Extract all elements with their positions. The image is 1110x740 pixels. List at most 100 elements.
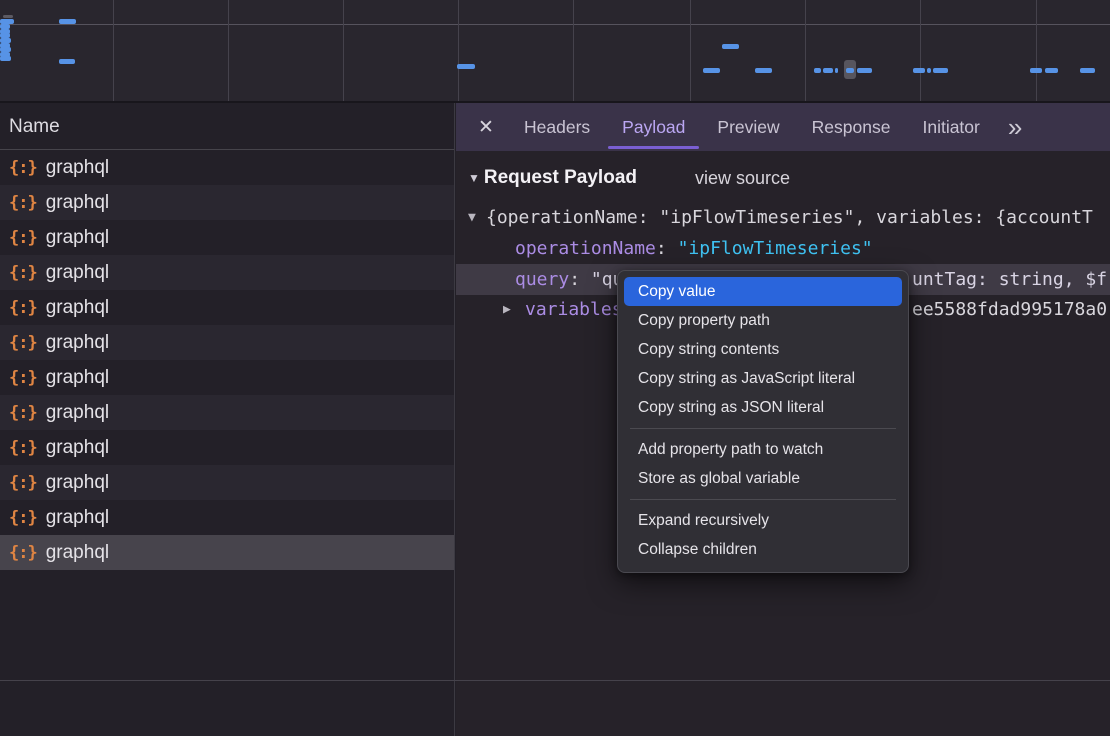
request-payload-section-header: ▼ Request Payload view source <box>468 165 790 191</box>
request-row[interactable]: {:} graphql <box>0 500 454 535</box>
property-key: variables <box>525 294 623 325</box>
request-timing-bar <box>927 68 931 73</box>
request-timing-bar <box>457 64 475 69</box>
request-list-pane: Name {:} graphql {:} graphql {:} graphql <box>0 103 455 736</box>
json-braces-icon: {:} <box>9 263 37 283</box>
request-timing-bar <box>814 68 821 73</box>
context-menu-item[interactable]: Copy value <box>624 277 902 306</box>
request-name: graphql <box>46 227 109 249</box>
network-overview-timeline[interactable] <box>0 0 1110 103</box>
request-name: graphql <box>46 542 109 564</box>
overview-gridline <box>228 0 229 101</box>
json-braces-icon: {:} <box>9 228 37 248</box>
request-timing-bar <box>857 68 872 73</box>
details-tab[interactable]: Initiator <box>922 103 979 151</box>
request-row[interactable]: {:} graphql <box>0 290 454 325</box>
request-row[interactable]: {:} graphql <box>0 395 454 430</box>
details-tab-bar: ✕ Headers Payload Preview Response Initi… <box>456 103 1110 151</box>
request-row[interactable]: {:} graphql <box>0 255 454 290</box>
collapse-triangle-icon[interactable]: ▼ <box>468 171 480 185</box>
request-row[interactable]: {:} graphql <box>0 185 454 220</box>
request-row[interactable]: {:} graphql <box>0 325 454 360</box>
tree-row-operation-name[interactable]: operationName: "ipFlowTimeseries" <box>456 233 1110 264</box>
context-menu-separator <box>630 428 896 429</box>
devtools-network-panel: Name {:} graphql {:} graphql {:} graphql <box>0 0 1110 740</box>
request-timing-bar <box>933 68 948 73</box>
context-menu-item[interactable]: Collapse children <box>618 535 908 564</box>
expand-arrow-icon[interactable]: ▶ <box>503 294 511 325</box>
request-name: graphql <box>46 472 109 494</box>
request-name: graphql <box>46 507 109 529</box>
expand-arrow-icon[interactable]: ▼ <box>468 202 476 233</box>
request-name: graphql <box>46 402 109 424</box>
details-tab[interactable]: Headers <box>524 103 590 151</box>
context-menu-item[interactable]: Copy string as JavaScript literal <box>618 364 908 393</box>
request-timing-bar <box>0 56 11 61</box>
tree-row-root[interactable]: ▼ {operationName: "ipFlowTimeseries", va… <box>456 202 1110 233</box>
request-list: {:} graphql {:} graphql {:} graphql {:} … <box>0 150 454 736</box>
property-key: query <box>515 269 569 290</box>
json-braces-icon: {:} <box>9 368 37 388</box>
property-preview: ee5588fdad995178a0 <box>912 294 1107 325</box>
request-name: graphql <box>46 297 109 319</box>
request-row[interactable]: {:} graphql <box>0 430 454 465</box>
details-tab[interactable]: Payload <box>622 103 685 151</box>
request-name: graphql <box>46 192 109 214</box>
overview-gridline <box>805 0 806 101</box>
property-value: "ipFlowTimeseries" <box>678 238 873 259</box>
details-tab[interactable]: Preview <box>717 103 779 151</box>
request-timing-bar <box>1080 68 1095 73</box>
context-menu-item[interactable]: Add property path to watch <box>618 435 908 464</box>
json-braces-icon: {:} <box>9 438 37 458</box>
json-braces-icon: {:} <box>9 193 37 213</box>
context-menu-separator <box>630 499 896 500</box>
request-timing-bar <box>59 59 75 64</box>
overview-gridline <box>458 0 459 101</box>
request-timing-bar <box>755 68 772 73</box>
context-menu-item[interactable]: Copy property path <box>618 306 908 335</box>
overview-gridline <box>920 0 921 101</box>
json-braces-icon: {:} <box>9 158 37 178</box>
json-braces-icon: {:} <box>9 543 37 563</box>
request-timing-bar <box>703 68 720 73</box>
object-preview: {operationName: "ipFlowTimeseries", vari… <box>486 202 1093 233</box>
context-menu-item[interactable]: Copy string as JSON literal <box>618 393 908 422</box>
request-row[interactable]: {:} graphql <box>0 150 454 185</box>
request-timing-bar <box>1045 68 1058 73</box>
property-value-end: untTag: string, $f <box>912 264 1107 295</box>
request-timing-bar <box>1030 68 1042 73</box>
request-timing-bar <box>3 15 13 18</box>
request-name: graphql <box>46 332 109 354</box>
overview-gridline <box>343 0 344 101</box>
json-braces-icon: {:} <box>9 473 37 493</box>
overview-gridline <box>113 0 114 101</box>
overview-gridline <box>1036 0 1037 101</box>
details-tab[interactable]: Response <box>812 103 891 151</box>
window-bottom-edge <box>0 736 1110 740</box>
json-braces-icon: {:} <box>9 333 37 353</box>
request-row[interactable]: {:} graphql <box>0 465 454 500</box>
json-braces-icon: {:} <box>9 298 37 318</box>
section-title: Request Payload <box>484 167 637 189</box>
request-row[interactable]: {:} graphql <box>0 360 454 395</box>
request-timing-bar <box>913 68 925 73</box>
request-row[interactable]: {:} graphql <box>0 535 454 570</box>
request-name: graphql <box>46 437 109 459</box>
request-name: graphql <box>46 367 109 389</box>
close-icon[interactable]: ✕ <box>478 116 496 139</box>
request-timing-bar <box>823 68 833 73</box>
overview-gridline <box>690 0 691 101</box>
request-timing-bar <box>846 68 854 73</box>
request-row[interactable]: {:} graphql <box>0 220 454 255</box>
context-menu-item[interactable]: Copy string contents <box>618 335 908 364</box>
context-menu-item[interactable]: Store as global variable <box>618 464 908 493</box>
json-braces-icon: {:} <box>9 403 37 423</box>
column-header-label: Name <box>9 116 60 137</box>
request-timing-bar <box>59 19 76 24</box>
column-header-name[interactable]: Name <box>0 103 454 150</box>
view-source-link[interactable]: view source <box>695 168 790 189</box>
more-tabs-icon[interactable]: » <box>1008 103 1022 151</box>
overview-gridline <box>573 0 574 101</box>
context-menu-item[interactable]: Expand recursively <box>618 506 908 535</box>
context-menu: Copy value Copy property path Copy strin… <box>617 270 909 573</box>
